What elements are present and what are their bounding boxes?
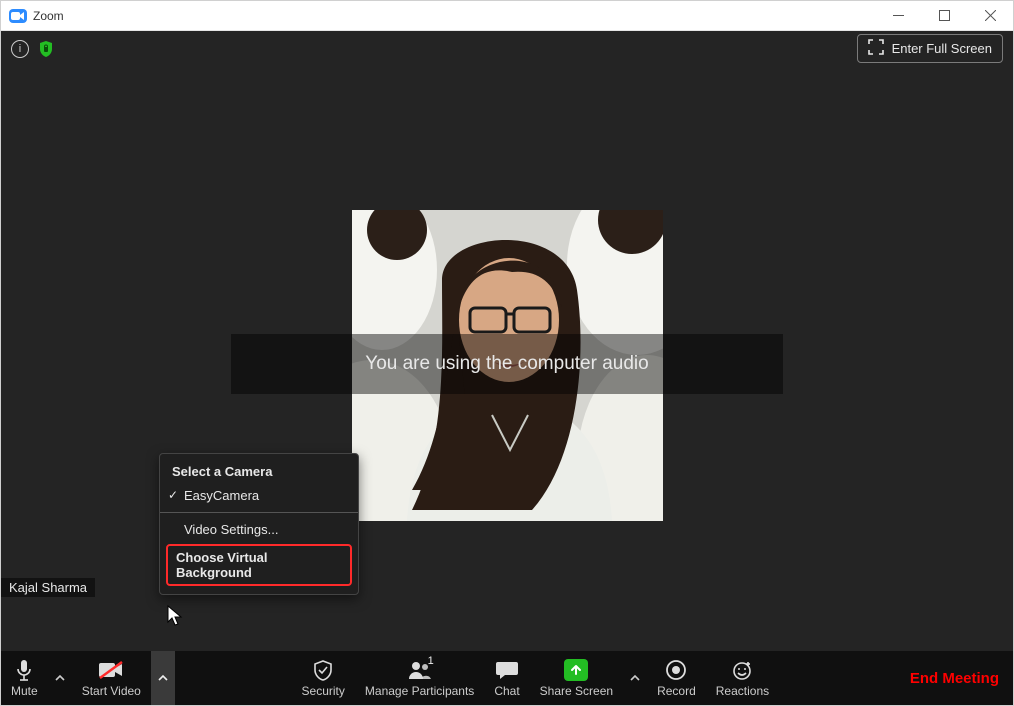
share-screen-label: Share Screen (540, 684, 613, 698)
camera-option-easycamera[interactable]: EasyCamera (160, 483, 358, 508)
reactions-icon (731, 658, 753, 682)
start-video-button[interactable]: Start Video (72, 651, 151, 705)
video-options-menu: Select a Camera EasyCamera Video Setting… (159, 453, 359, 595)
window-minimize-button[interactable] (875, 1, 921, 31)
meeting-content: i Enter Full Screen (1, 31, 1013, 651)
security-label: Security (302, 684, 345, 698)
participants-count-badge: 1 (428, 655, 434, 667)
video-settings-item[interactable]: Video Settings... (160, 517, 358, 542)
enter-fullscreen-button[interactable]: Enter Full Screen (857, 34, 1003, 63)
microphone-icon (14, 658, 34, 682)
enter-fullscreen-label: Enter Full Screen (892, 41, 992, 56)
share-options-chevron[interactable] (623, 651, 647, 705)
record-icon (665, 658, 687, 682)
top-strip: i Enter Full Screen (1, 31, 1013, 66)
choose-virtual-background-item[interactable]: Choose Virtual Background (166, 544, 352, 586)
video-options-chevron[interactable] (151, 651, 175, 705)
end-meeting-button[interactable]: End Meeting (896, 670, 1013, 687)
chat-label: Chat (494, 684, 519, 698)
menu-separator (160, 512, 358, 513)
cursor-icon (167, 605, 183, 632)
camera-off-icon (98, 658, 124, 682)
reactions-label: Reactions (716, 684, 769, 698)
window-close-button[interactable] (967, 1, 1013, 31)
reactions-button[interactable]: Reactions (706, 651, 779, 705)
zoom-app-icon (9, 9, 27, 23)
audio-mode-notice-text: You are using the computer audio (365, 353, 648, 375)
fullscreen-icon (868, 39, 884, 58)
video-menu-header: Select a Camera (160, 460, 358, 483)
record-button[interactable]: Record (647, 651, 706, 705)
meeting-toolbar: Mute Start Video Security Manage Partici (1, 651, 1013, 705)
end-meeting-label: End Meeting (910, 670, 999, 687)
chat-button[interactable]: Chat (484, 651, 529, 705)
share-screen-button[interactable]: Share Screen (530, 651, 623, 705)
meeting-info-icon[interactable]: i (11, 40, 29, 58)
encryption-icon[interactable] (39, 41, 53, 57)
window-title: Zoom (33, 9, 64, 23)
participant-name-tag: Kajal Sharma (1, 578, 95, 597)
shield-icon (312, 658, 334, 682)
manage-participants-button[interactable]: Manage Participants 1 (355, 651, 484, 705)
window-maximize-button[interactable] (921, 1, 967, 31)
chat-icon (495, 658, 519, 682)
window-titlebar: Zoom (1, 1, 1013, 31)
participant-name: Kajal Sharma (9, 580, 87, 595)
zoom-window: Zoom i Enter Full Screen (0, 0, 1014, 706)
audio-options-chevron[interactable] (48, 651, 72, 705)
audio-mode-notice: You are using the computer audio (231, 334, 783, 394)
share-screen-icon (564, 658, 588, 682)
security-button[interactable]: Security (292, 651, 355, 705)
mute-button[interactable]: Mute (1, 651, 48, 705)
record-label: Record (657, 684, 696, 698)
start-video-label: Start Video (82, 684, 141, 698)
mute-label: Mute (11, 684, 38, 698)
manage-participants-label: Manage Participants (365, 684, 474, 698)
